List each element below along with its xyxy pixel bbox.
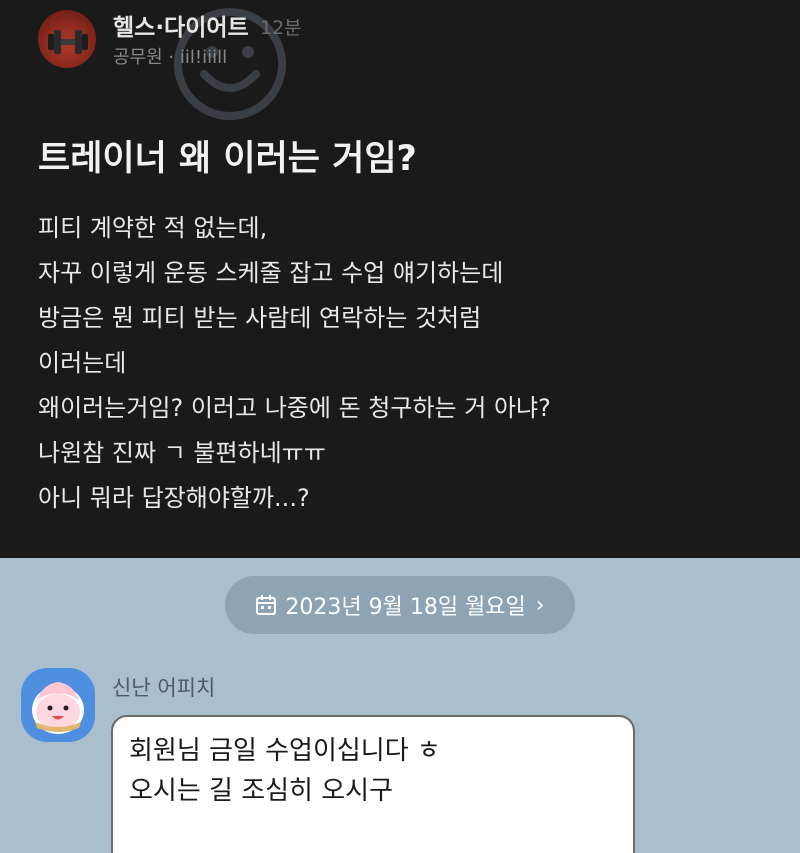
post-body-line: 방금은 뭔 피티 받는 사람테 연락하는 것처럼 [38,304,482,332]
message-line: 오시는 길 조심히 오시구 [129,776,393,806]
post-body-line: 이러는데 [38,349,127,377]
apeach-avatar[interactable] [21,668,95,742]
dumbbell-avatar[interactable] [38,10,96,68]
post-body: 피티 계약한 적 없는데, 자꾸 이렇게 운동 스케줄 잡고 수업 얘기하는데 … [38,206,778,521]
date-divider-button[interactable]: 2023년 9월 18일 월요일 › [225,576,575,634]
post-body-line: 나원참 진짜 ㄱ 불편하네ㅠㅠ [38,439,326,467]
post-body-line: 자꾸 이렇게 운동 스케줄 잡고 수업 얘기하는데 [38,259,504,287]
chat-screenshot: 2023년 9월 18일 월요일 › 신난 어피치 회원님 금일 수업이십니다 … [0,558,800,853]
post-body-line: 아니 뭐라 답장해야할까...? [38,484,310,512]
date-label: 2023년 9월 18일 월요일 [285,595,526,620]
sender-name: 신난 어피치 [112,676,216,700]
author-info: 공무원 · iil!iiill [113,47,228,68]
message-bubble[interactable]: 회원님 금일 수업이십니다 ㅎ 오시는 길 조심히 오시구 [111,715,635,853]
post-title: 트레이너 왜 이러는 거임? [38,139,417,179]
post-body-line: 왜이러는거임? 이러고 나중에 돈 청구하는 거 아냐? [38,394,551,422]
post-time: 12분 [260,17,302,39]
board-name[interactable]: 헬스·다이어트 [113,8,249,42]
calendar-icon [256,595,277,615]
post-section: 헬스·다이어트 12분 공무원 · iil!iiill 트레이너 왜 이러는 거… [0,0,800,558]
message-line: 회원님 금일 수업이십니다 ㅎ [129,736,441,766]
post-body-line: 피티 계약한 적 없는데, [38,214,268,242]
chevron-right-icon: › [535,592,545,618]
